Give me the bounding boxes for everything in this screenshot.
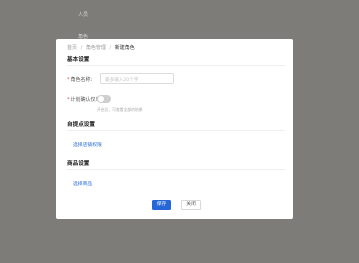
plan-confirm-toggle[interactable] [97,95,111,103]
plan-confirm-hint: 开启后，可查看全部的结果 [97,107,143,112]
basic-settings-title: 基本设置 [67,57,90,63]
toggle-knob [98,96,104,102]
close-button[interactable]: 关闭 [181,200,201,210]
breadcrumb-separator: / [109,45,112,51]
bg-menu-item-people: 人员 [78,12,89,18]
save-button[interactable]: 保存 [152,200,171,210]
select-product-link[interactable]: 选择商品 [73,180,92,187]
breadcrumb-parent[interactable]: 角色管理 [86,45,106,51]
breadcrumb-current: 新建角色 [114,45,135,51]
section-divider [67,169,285,170]
create-role-modal: 首页 / 角色管理 / 新建角色 基本设置 *角色名称: 最多输入20个字 *计… [56,39,293,219]
required-marker: * [67,77,70,83]
breadcrumb: 首页 / 角色管理 / 新建角色 [67,44,135,51]
breadcrumb-separator: / [80,45,83,51]
role-name-label: *角色名称: [67,77,93,83]
section-divider [67,65,285,66]
required-marker: * [67,97,70,103]
select-store-permission-link[interactable]: 选择店铺权限 [73,141,102,148]
pickup-settings-title: 自提点设置 [67,122,95,128]
section-divider [67,130,285,131]
breadcrumb-home[interactable]: 首页 [67,45,77,51]
product-settings-title: 商品设置 [67,161,90,167]
role-name-input[interactable]: 最多输入20个字 [100,73,174,84]
